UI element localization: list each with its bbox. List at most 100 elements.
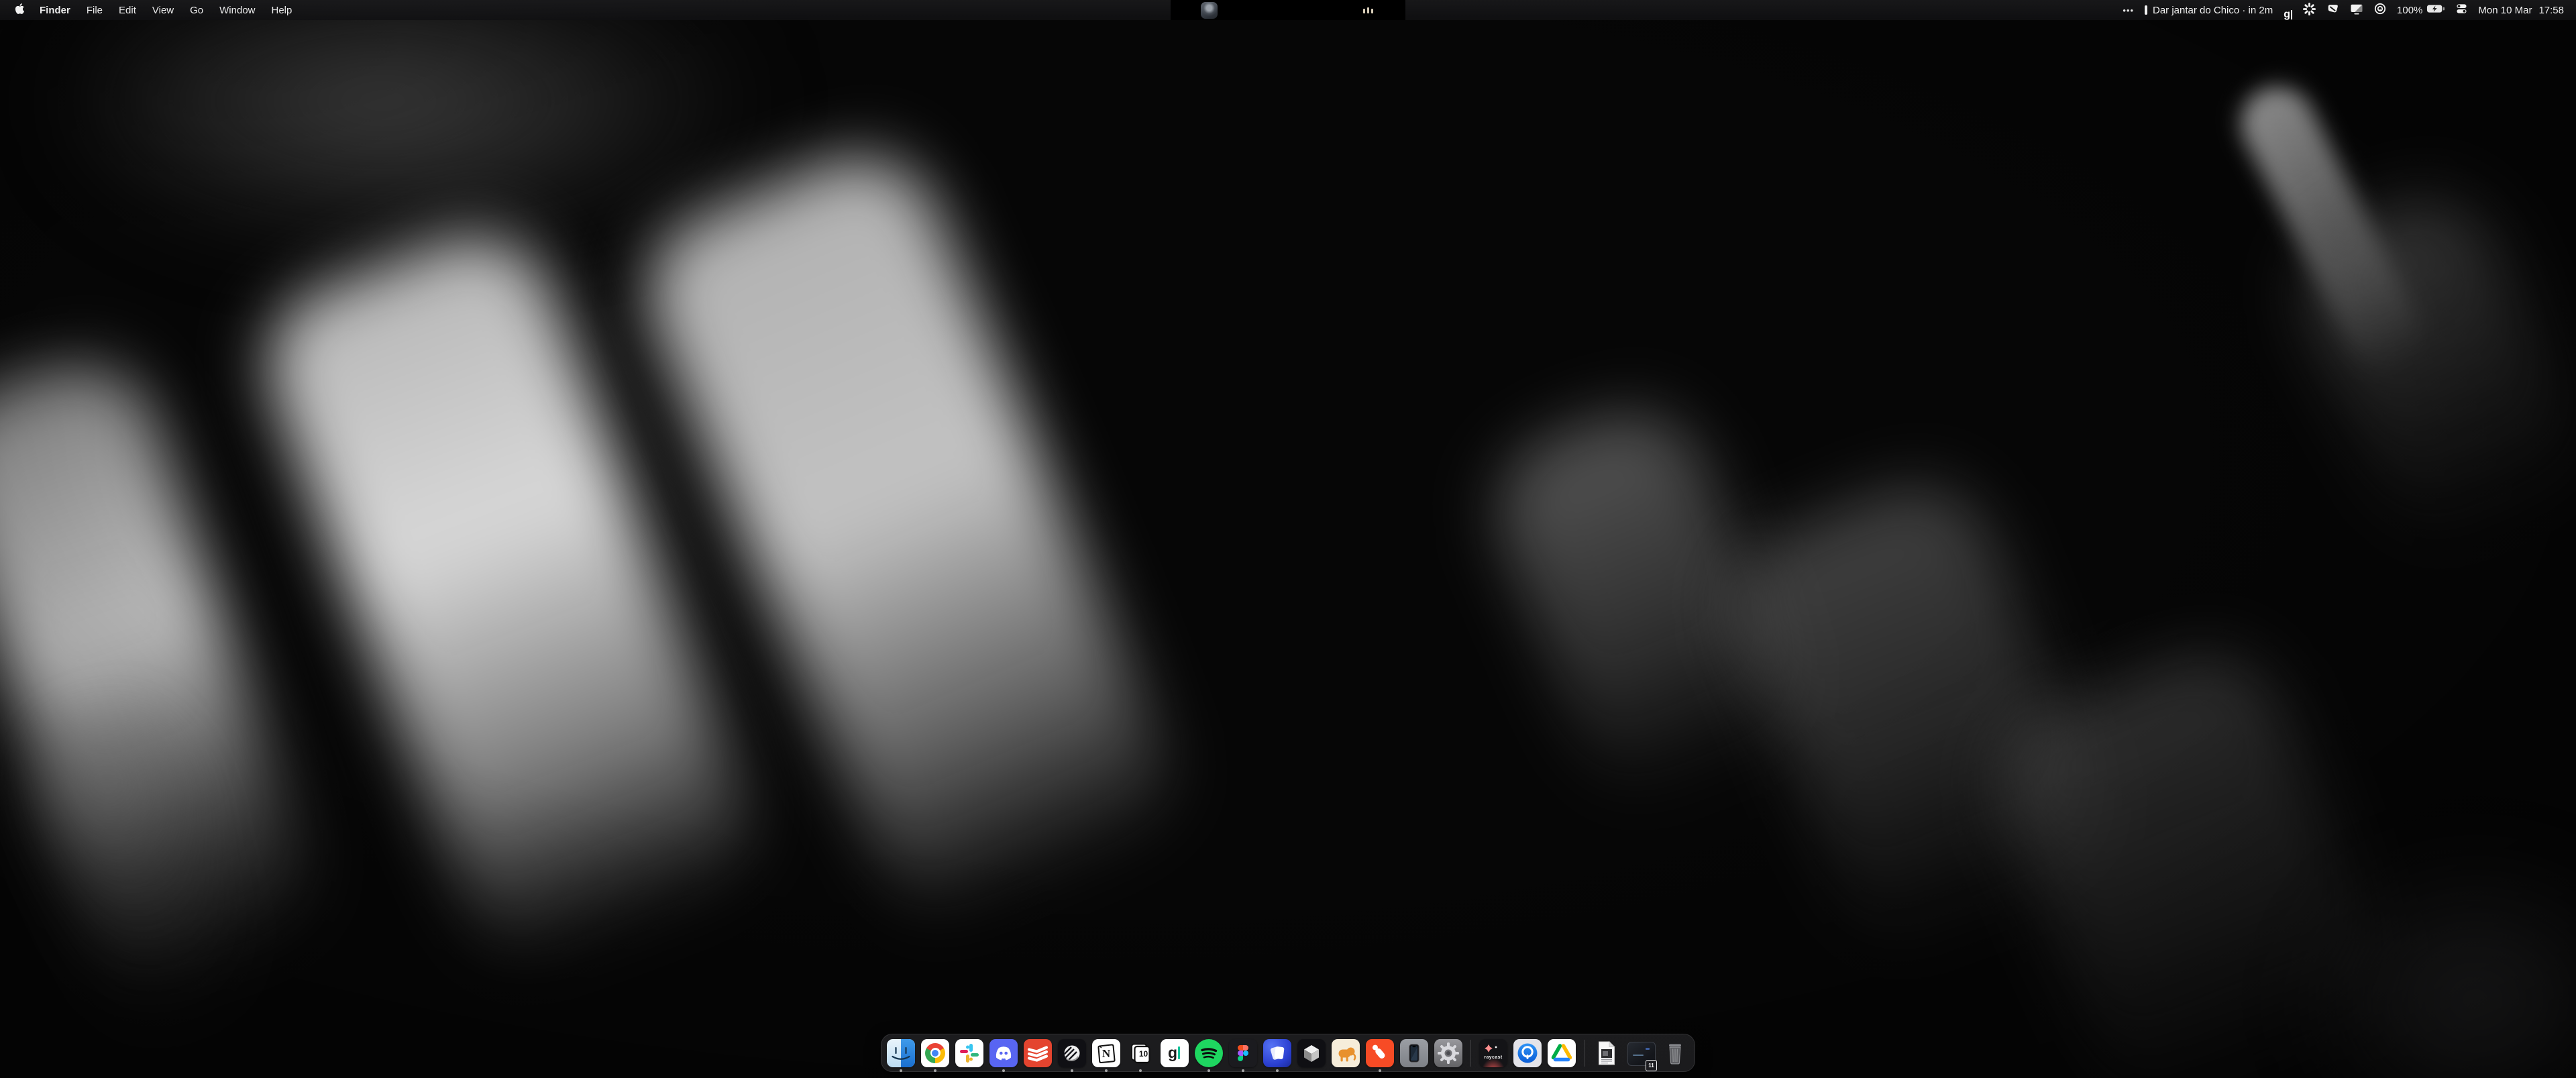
grammarly-menu-item[interactable]: g	[2284, 0, 2292, 20]
chrome-icon	[921, 1039, 949, 1067]
dock-separator	[1470, 1040, 1471, 1067]
text-caret-icon	[2291, 10, 2292, 19]
grammarly-g-glyph: g	[2284, 9, 2290, 20]
dock-item-notion-calendar[interactable]: 10	[1126, 1039, 1155, 1067]
display-icon	[2350, 3, 2363, 17]
raycast-icon: raycast	[1479, 1039, 1507, 1067]
menu-bar-left: Finder File Edit View Go Window Help	[0, 0, 300, 20]
dock-item-google-drive[interactable]	[1548, 1039, 1576, 1067]
wallpaper-vignette	[0, 0, 2576, 1078]
discord-icon	[989, 1039, 1018, 1067]
running-indicator	[1071, 1069, 1073, 1072]
sun-gear-menu-item[interactable]	[2303, 0, 2316, 20]
overflow-menu[interactable]: •••	[2123, 0, 2134, 20]
dock-item-raycast[interactable]: raycast	[1479, 1039, 1507, 1067]
dock-item-opal[interactable]	[1058, 1039, 1086, 1067]
desktop: Finder File Edit View Go Window Help •••…	[0, 0, 2576, 1078]
finder-icon	[887, 1039, 915, 1067]
google-drive-icon	[1548, 1039, 1576, 1067]
battery-percent: 100%	[2397, 5, 2422, 16]
menu-bar-status: ••• Dar jantar do Chico · in 2m g	[2123, 0, 2576, 20]
dock-item-grammarly[interactable]: g	[1161, 1039, 1189, 1067]
spline-cube-icon	[1297, 1039, 1326, 1067]
notion-calendar-icon: 10	[1126, 1039, 1155, 1067]
menu-file[interactable]: File	[78, 0, 111, 20]
dock-separator	[1584, 1040, 1585, 1067]
craft-cards-icon	[1263, 1039, 1291, 1067]
1password-icon	[2374, 3, 2386, 17]
menu-edit[interactable]: Edit	[111, 0, 144, 20]
control-toggles-icon	[2456, 3, 2467, 17]
menu-bar-clock[interactable]: Mon 10 Mar 17:58	[2478, 5, 2564, 16]
notch-zone	[1171, 0, 1405, 20]
menu-help[interactable]: Help	[264, 0, 301, 20]
dock-item-spline[interactable]	[1297, 1039, 1326, 1067]
control-center-menu-item[interactable]	[2456, 0, 2467, 20]
figma-icon	[1229, 1039, 1257, 1067]
cleanshot-icon	[2326, 3, 2339, 17]
display-menu-item[interactable]	[2350, 0, 2363, 20]
system-settings-icon	[1434, 1039, 1462, 1067]
running-indicator	[1276, 1069, 1279, 1072]
dock-item-craft[interactable]	[1263, 1039, 1291, 1067]
running-indicator	[1208, 1069, 1210, 1072]
running-indicator	[900, 1069, 902, 1072]
notion-n-glyph: N	[1092, 1039, 1120, 1067]
mammoth-icon	[1332, 1039, 1360, 1067]
spotify-icon	[1195, 1039, 1223, 1067]
dock-item-1password[interactable]	[1513, 1039, 1542, 1067]
dock-item-discord[interactable]	[989, 1039, 1018, 1067]
dock-item-slack[interactable]	[955, 1039, 983, 1067]
dock-item-superhuman[interactable]	[1366, 1039, 1394, 1067]
1password-icon	[1513, 1039, 1542, 1067]
menu-window[interactable]: Window	[211, 0, 263, 20]
dock: N 10 g	[881, 1034, 1695, 1072]
dock-item-downloads-stack[interactable]: 11	[1627, 1039, 1655, 1067]
running-indicator	[1242, 1069, 1244, 1072]
1password-menu-item[interactable]	[2374, 0, 2386, 20]
dock-item-document-file[interactable]	[1593, 1039, 1621, 1067]
superhuman-icon	[1366, 1039, 1394, 1067]
dock-item-chrome[interactable]	[921, 1039, 949, 1067]
notion-icon: N	[1092, 1039, 1120, 1067]
raycast-label: raycast	[1479, 1055, 1507, 1060]
menu-view[interactable]: View	[144, 0, 182, 20]
running-indicator	[1002, 1069, 1005, 1072]
dock-item-notion[interactable]: N	[1092, 1039, 1120, 1067]
iphone-mirroring-icon	[1400, 1039, 1428, 1067]
todoist-icon	[1024, 1039, 1052, 1067]
reminder-bar-icon	[2145, 5, 2147, 15]
opal-sphere-icon	[1058, 1039, 1086, 1067]
menu-finder[interactable]: Finder	[32, 0, 78, 20]
dock-item-iphone-mirroring[interactable]	[1400, 1039, 1428, 1067]
dock-item-mammoth[interactable]	[1332, 1039, 1360, 1067]
dock-item-finder[interactable]	[887, 1039, 915, 1067]
date-label: Mon 10 Mar	[2478, 5, 2532, 16]
reminder-item[interactable]: Dar jantar do Chico · in 2m	[2145, 5, 2273, 16]
downloads-stack-icon: 11	[1627, 1042, 1655, 1070]
grammarly-caret	[1178, 1046, 1180, 1059]
document-file-icon	[1593, 1039, 1621, 1067]
running-indicator	[1139, 1069, 1142, 1072]
battery-icon	[2426, 4, 2445, 16]
grammarly-g-glyph: g	[1161, 1039, 1189, 1067]
calendar-date-glyph: 10	[1126, 1039, 1155, 1067]
stack-badge: 11	[1646, 1060, 1657, 1071]
apple-logo-icon	[15, 3, 25, 17]
slack-icon	[955, 1039, 983, 1067]
apple-menu[interactable]	[7, 0, 32, 20]
dock-item-spotify[interactable]	[1195, 1039, 1223, 1067]
screenshot-tool-menu-item[interactable]	[2326, 0, 2339, 20]
dock-item-todoist[interactable]	[1024, 1039, 1052, 1067]
dock-item-figma[interactable]	[1229, 1039, 1257, 1067]
sun-gear-icon	[2303, 3, 2316, 18]
menu-go[interactable]: Go	[182, 0, 211, 20]
dock-item-trash[interactable]	[1661, 1039, 1689, 1067]
running-indicator	[1105, 1069, 1108, 1072]
dock-item-system-settings[interactable]	[1434, 1039, 1462, 1067]
activity-bars-icon[interactable]	[1363, 7, 1373, 13]
battery-menu-item[interactable]: 100%	[2397, 4, 2445, 16]
running-indicator	[1379, 1069, 1381, 1072]
reminder-text: Dar jantar do Chico · in 2m	[2153, 5, 2273, 16]
avatar[interactable]	[1201, 2, 1218, 19]
